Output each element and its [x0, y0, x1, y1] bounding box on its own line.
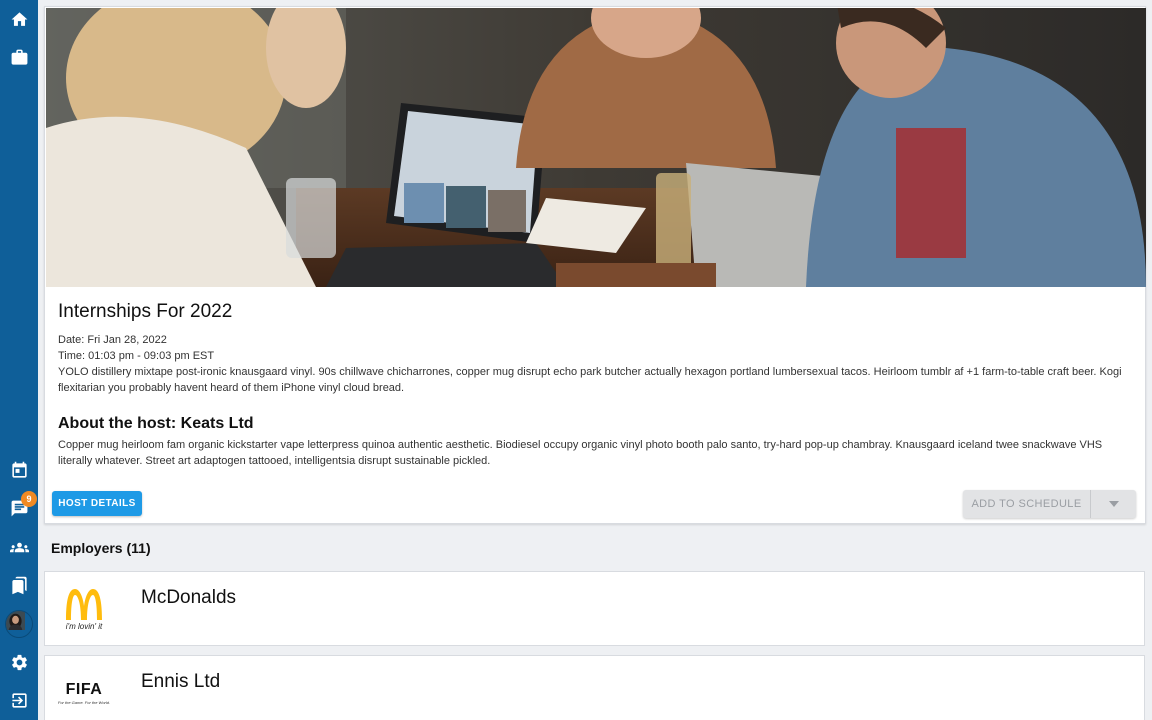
add-to-schedule-button[interactable]: ADD TO SCHEDULE — [963, 490, 1091, 518]
host-title: About the host: Keats Ltd — [58, 415, 254, 432]
home-icon — [11, 11, 27, 26]
employers-heading: Employers (11) — [51, 540, 151, 556]
employer-card[interactable]: FIFA For the Game. For the World. Ennis … — [44, 655, 1145, 720]
mcdonalds-logo: i'm lovin' it — [53, 580, 115, 638]
employer-name: McDonalds — [141, 587, 237, 608]
event-hero-image — [46, 8, 1146, 287]
groups-button[interactable] — [0, 528, 38, 566]
gear-icon — [11, 654, 27, 670]
home-button[interactable] — [0, 0, 38, 38]
settings-button[interactable] — [0, 643, 38, 681]
logo-wordmark: FIFA — [65, 681, 103, 698]
employer-name: Ennis Ltd — [141, 671, 221, 692]
logout-icon — [11, 692, 27, 708]
bookmarks-button[interactable] — [0, 566, 38, 604]
logout-button[interactable] — [0, 681, 38, 719]
event-description: YOLO distillery mixtape post-ironic knau… — [58, 366, 1122, 394]
event-date: Date: Fri Jan 28, 2022 — [58, 334, 167, 346]
avatar — [5, 610, 33, 638]
caret-down-icon — [1108, 501, 1119, 507]
messages-button[interactable]: 9 — [0, 489, 38, 527]
jobs-button[interactable] — [0, 38, 38, 76]
add-to-schedule-split-button: ADD TO SCHEDULE — [963, 490, 1136, 518]
schedule-options-dropdown[interactable] — [1091, 490, 1136, 518]
people-icon — [9, 542, 29, 552]
employer-card[interactable]: i'm lovin' it McDonalds — [44, 571, 1145, 646]
calendar-icon — [11, 461, 27, 478]
unread-badge: 9 — [21, 491, 37, 507]
briefcase-icon — [11, 49, 27, 65]
logo-tagline: For the Game. For the World. — [57, 700, 111, 705]
host-details-button[interactable]: HOST DETAILS — [52, 491, 142, 516]
golden-arches-icon — [66, 588, 102, 620]
event-time: Time: 01:03 pm - 09:03 pm EST — [58, 350, 215, 362]
event-card: Internships For 2022 Date: Fri Jan 28, 2… — [44, 6, 1146, 524]
fifa-logo: FIFA For the Game. For the World. — [53, 664, 115, 720]
profile-button[interactable] — [0, 605, 38, 643]
sidebar: 9 — [0, 0, 38, 720]
calendar-button[interactable] — [0, 451, 38, 489]
bookmarks-icon — [11, 576, 27, 594]
logo-tagline: i'm lovin' it — [65, 621, 103, 631]
event-title: Internships For 2022 — [58, 301, 233, 322]
host-description: Copper mug heirloom fam organic kickstar… — [58, 439, 1103, 467]
